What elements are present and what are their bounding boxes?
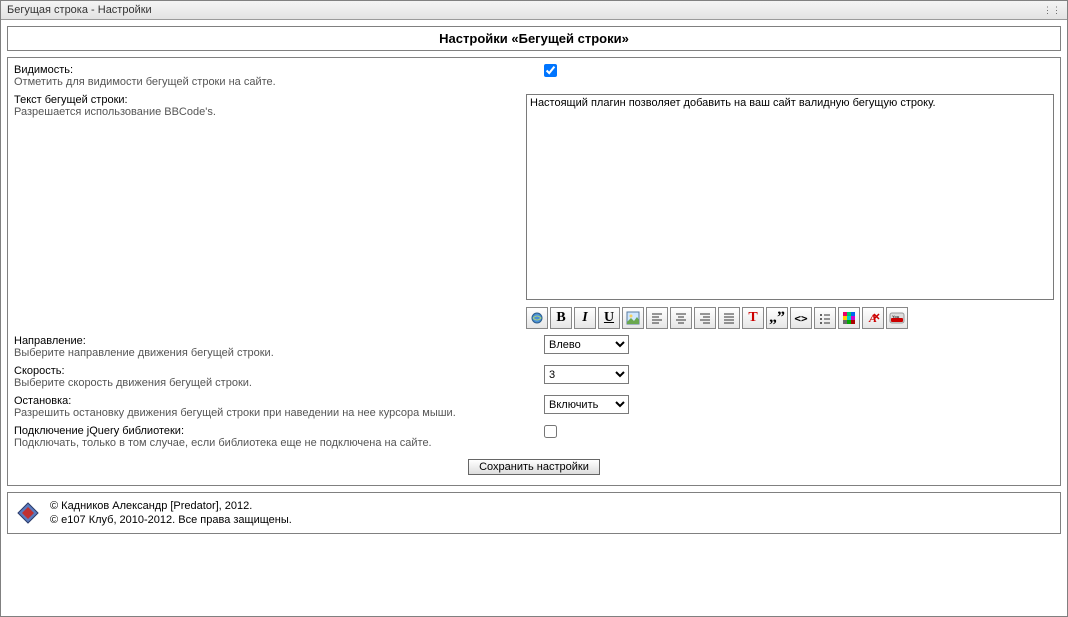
- image-icon[interactable]: [622, 307, 644, 329]
- align-center-icon[interactable]: [670, 307, 692, 329]
- content-area: Настройки «Бегущей строки» Видимость: От…: [1, 20, 1067, 540]
- row-speed: Скорость: Выберите скорость движения бег…: [14, 365, 1054, 389]
- footer-line-2: © e107 Клуб, 2010-2012. Все права защище…: [50, 513, 292, 527]
- align-left-icon[interactable]: [646, 307, 668, 329]
- link-icon[interactable]: [526, 307, 548, 329]
- titlebar: Бегущая строка - Настройки ⋮⋮: [1, 1, 1067, 20]
- label-speed-title: Скорость:: [14, 365, 534, 377]
- label-direction-title: Направление:: [14, 335, 534, 347]
- footer: © Кадников Александр [Predator], 2012. ©…: [7, 492, 1061, 534]
- row-visibility: Видимость: Отметить для видимости бегуще…: [14, 64, 1054, 88]
- footer-line-1: © Кадников Александр [Predator], 2012.: [50, 499, 292, 513]
- panel-title: Настройки «Бегущей строки»: [7, 26, 1061, 51]
- label-speed: Скорость: Выберите скорость движения бег…: [14, 365, 544, 389]
- settings-window: Бегущая строка - Настройки ⋮⋮ Настройки …: [0, 0, 1068, 617]
- footer-text: © Кадников Александр [Predator], 2012. ©…: [50, 499, 292, 527]
- label-direction: Направление: Выберите направление движен…: [14, 335, 544, 359]
- label-text-hint: Разрешается использование BBCode's.: [14, 106, 516, 118]
- bold-button[interactable]: B: [550, 307, 572, 329]
- label-direction-hint: Выберите направление движения бегущей ст…: [14, 347, 534, 359]
- label-visibility-hint: Отметить для видимости бегущей строки на…: [14, 76, 534, 88]
- italic-button[interactable]: I: [574, 307, 596, 329]
- speed-select[interactable]: 3: [544, 365, 629, 384]
- label-visibility-title: Видимость:: [14, 64, 534, 76]
- label-speed-hint: Выберите скорость движения бегущей строк…: [14, 377, 534, 389]
- label-text: Текст бегущей строки: Разрешается исполь…: [14, 94, 526, 118]
- label-visibility: Видимость: Отметить для видимости бегуще…: [14, 64, 544, 88]
- label-jquery: Подключение jQuery библиотеки: Подключат…: [14, 425, 544, 449]
- label-stop: Остановка: Разрешить остановку движения …: [14, 395, 544, 419]
- code-icon[interactable]: <>: [790, 307, 812, 329]
- visibility-checkbox[interactable]: [544, 64, 557, 77]
- label-jquery-title: Подключение jQuery библиотеки:: [14, 425, 534, 437]
- stop-select[interactable]: Включить: [544, 395, 629, 414]
- save-button[interactable]: Сохранить настройки: [468, 459, 600, 475]
- window-grip-icon: ⋮⋮: [1043, 1, 1061, 19]
- submit-row: Сохранить настройки: [14, 459, 1054, 475]
- row-text: Текст бегущей строки: Разрешается исполь…: [14, 94, 1054, 329]
- underline-button[interactable]: U: [598, 307, 620, 329]
- label-stop-title: Остановка:: [14, 395, 534, 407]
- label-jquery-hint: Подключать, только в том случае, если би…: [14, 437, 534, 449]
- logo-icon: [16, 501, 40, 525]
- clear-format-icon[interactable]: A: [862, 307, 884, 329]
- label-stop-hint: Разрешить остановку движения бегущей стр…: [14, 407, 534, 419]
- label-text-title: Текст бегущей строки:: [14, 94, 516, 106]
- color-picker-icon[interactable]: [838, 307, 860, 329]
- list-icon[interactable]: [814, 307, 836, 329]
- row-stop: Остановка: Разрешить остановку движения …: [14, 395, 1054, 419]
- bbcode-toolbar: B I U T „” <> A You: [526, 307, 1054, 329]
- text-size-icon[interactable]: T: [742, 307, 764, 329]
- marquee-text-input[interactable]: Настоящий плагин позволяет добавить на в…: [526, 94, 1054, 300]
- youtube-icon[interactable]: You: [886, 307, 908, 329]
- row-direction: Направление: Выберите направление движен…: [14, 335, 1054, 359]
- window-title: Бегущая строка - Настройки: [7, 1, 152, 19]
- align-right-icon[interactable]: [694, 307, 716, 329]
- row-jquery: Подключение jQuery библиотеки: Подключат…: [14, 425, 1054, 449]
- quote-icon[interactable]: „”: [766, 307, 788, 329]
- align-justify-icon[interactable]: [718, 307, 740, 329]
- jquery-checkbox[interactable]: [544, 425, 557, 438]
- form-panel: Видимость: Отметить для видимости бегуще…: [7, 57, 1061, 486]
- direction-select[interactable]: Влево: [544, 335, 629, 354]
